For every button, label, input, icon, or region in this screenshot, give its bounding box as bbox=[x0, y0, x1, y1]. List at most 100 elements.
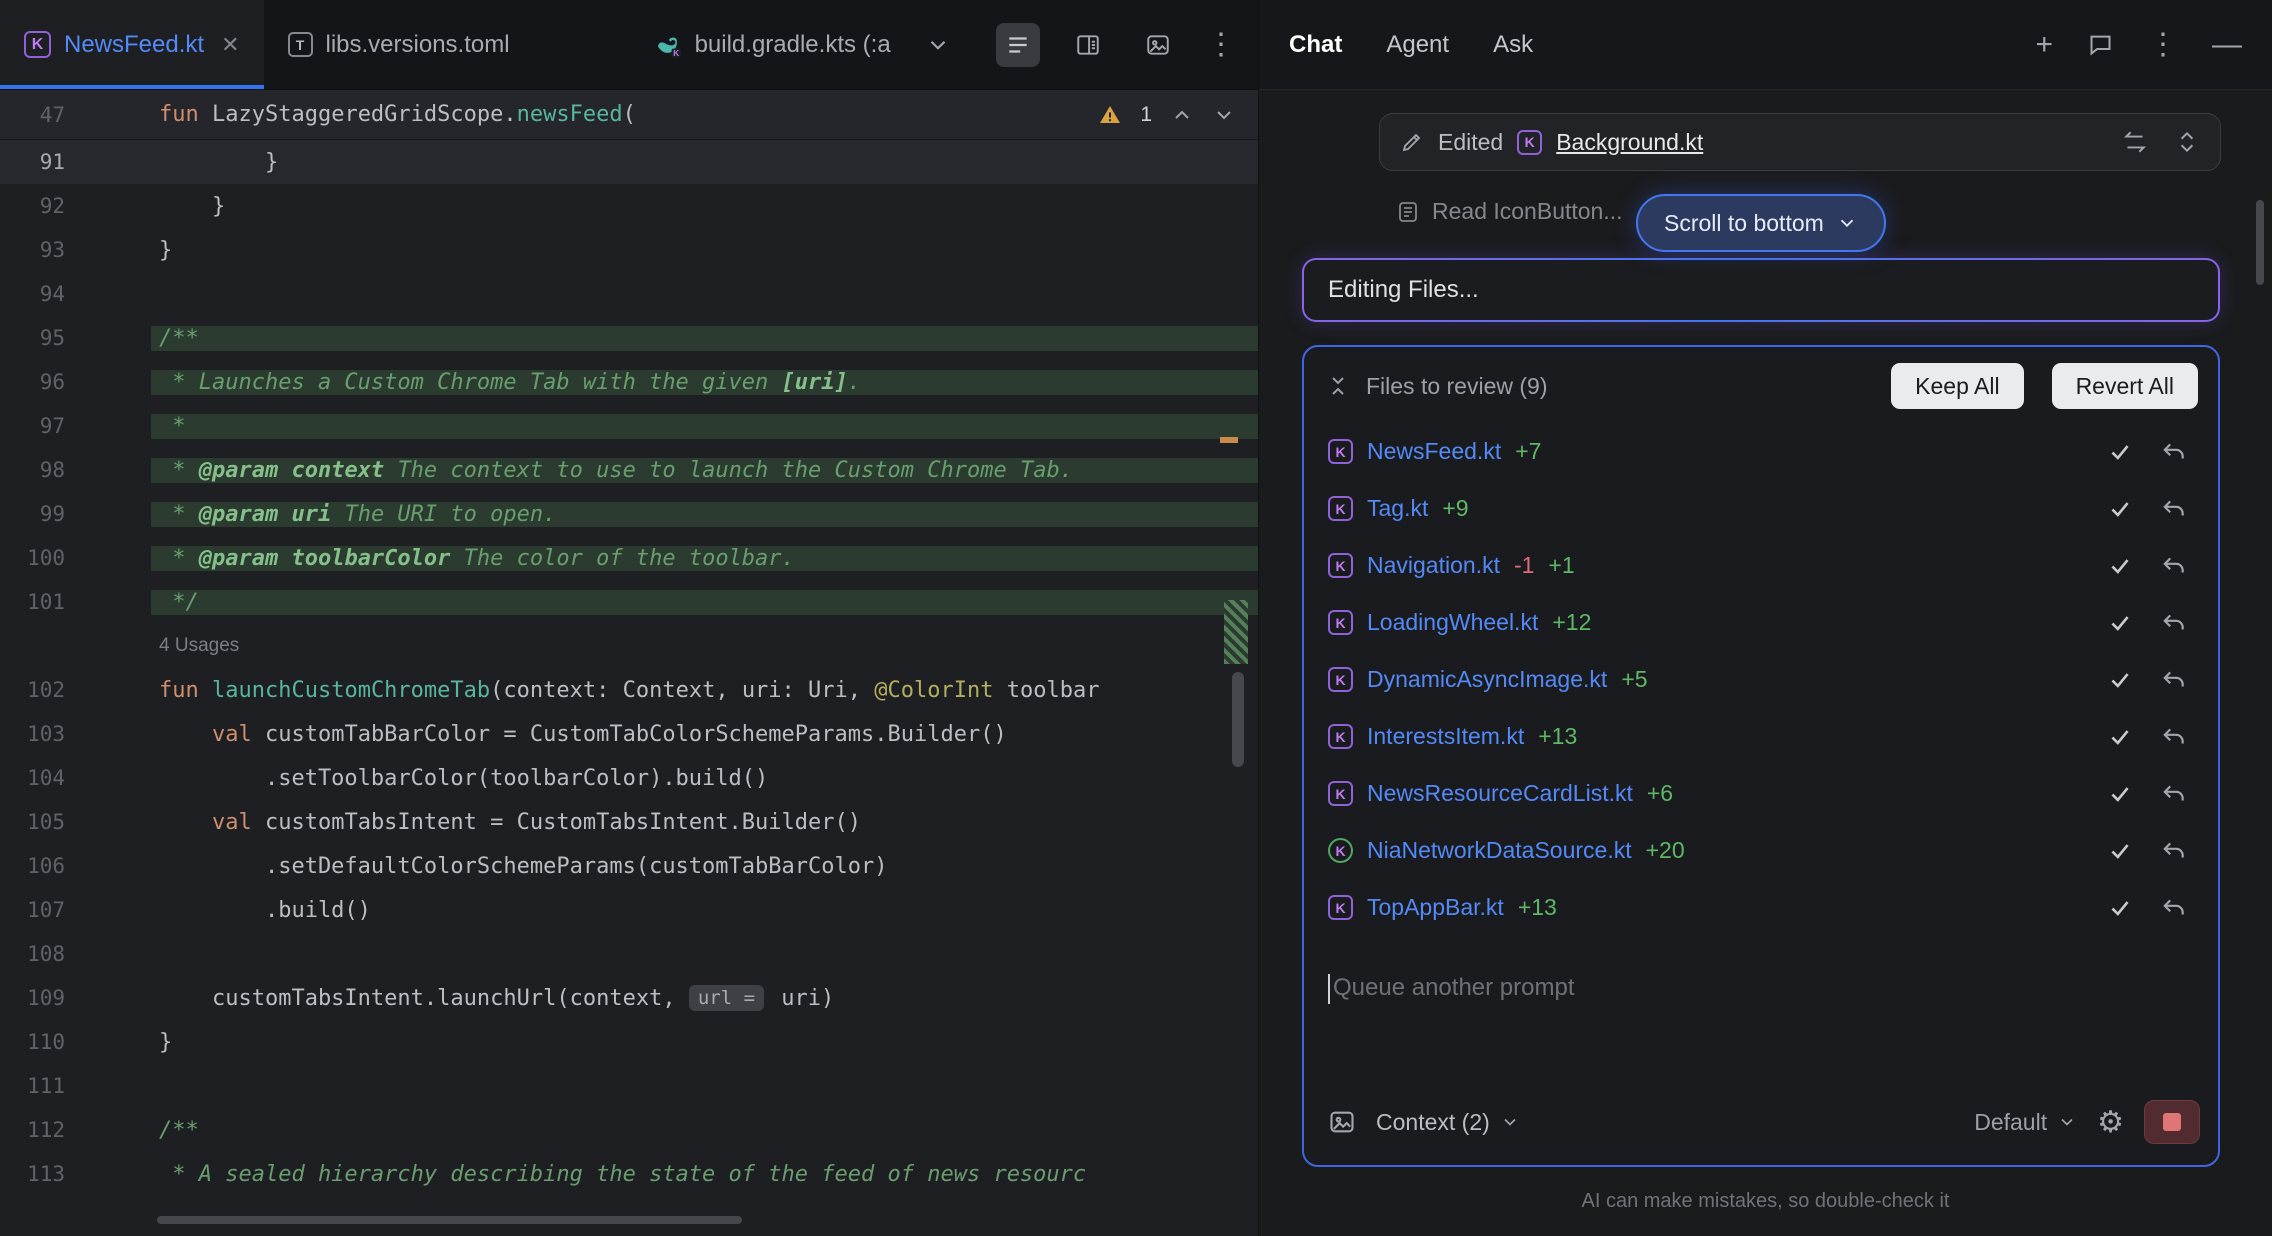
line-number[interactable]: 94 bbox=[0, 282, 65, 306]
file-link[interactable]: DynamicAsyncImage.kt bbox=[1367, 666, 1607, 693]
line-number[interactable]: 105 bbox=[0, 810, 65, 834]
line-number[interactable]: 111 bbox=[0, 1074, 65, 1098]
keep-all-button[interactable]: Keep All bbox=[1891, 363, 2023, 409]
code-line[interactable]: 113 * A sealed hierarchy describing the … bbox=[0, 1152, 1258, 1196]
next-problem-chevron-icon[interactable] bbox=[1212, 103, 1236, 127]
file-link[interactable]: LoadingWheel.kt bbox=[1367, 609, 1538, 636]
file-link[interactable]: InterestsItem.kt bbox=[1367, 723, 1524, 750]
code-text[interactable]: * bbox=[151, 414, 1258, 439]
tab-libs-versions-toml[interactable]: T libs.versions.toml bbox=[264, 0, 534, 89]
model-selector[interactable]: Default bbox=[1974, 1109, 2047, 1136]
chevron-down-icon[interactable] bbox=[2057, 1112, 2077, 1132]
code-line[interactable]: 102fun launchCustomChromeTab(context: Co… bbox=[0, 668, 1258, 712]
revert-undo-icon[interactable] bbox=[2154, 610, 2194, 636]
revert-all-button[interactable]: Revert All bbox=[2052, 363, 2198, 409]
chevron-down-icon[interactable] bbox=[1500, 1112, 1520, 1132]
line-number[interactable]: 109 bbox=[0, 986, 65, 1010]
diff-icon[interactable] bbox=[2122, 129, 2148, 155]
tab-agent[interactable]: Agent bbox=[1386, 31, 1449, 59]
minimize-icon[interactable]: — bbox=[2212, 30, 2242, 60]
editor-horizontal-scrollbar[interactable] bbox=[157, 1216, 742, 1224]
code-line[interactable]: 4 Usages bbox=[0, 624, 1258, 668]
code-line[interactable]: 99 * @param uri The URI to open. bbox=[0, 492, 1258, 536]
chat-scrollbar[interactable] bbox=[2256, 200, 2264, 285]
line-number[interactable]: 47 bbox=[0, 103, 65, 127]
file-link[interactable]: TopAppBar.kt bbox=[1367, 894, 1504, 921]
code-line[interactable]: 98 * @param context The context to use t… bbox=[0, 448, 1258, 492]
list-view-icon[interactable] bbox=[996, 23, 1040, 67]
line-number[interactable]: 107 bbox=[0, 898, 65, 922]
line-number[interactable]: 95 bbox=[0, 326, 65, 350]
code-text[interactable]: val customTabBarColor = CustomTabColorSc… bbox=[151, 722, 1258, 747]
line-number[interactable]: 108 bbox=[0, 942, 65, 966]
file-link[interactable]: NiaNetworkDataSource.kt bbox=[1367, 837, 1632, 864]
editor-vertical-scrollbar[interactable] bbox=[1232, 672, 1244, 767]
code-text[interactable]: } bbox=[151, 1030, 1258, 1055]
code-text[interactable]: .setDefaultColorSchemeParams(customTabBa… bbox=[151, 854, 1258, 879]
revert-undo-icon[interactable] bbox=[2154, 439, 2194, 465]
collapse-icon[interactable] bbox=[1326, 374, 1350, 398]
revert-undo-icon[interactable] bbox=[2154, 496, 2194, 522]
code-line[interactable]: 106 .setDefaultColorSchemeParams(customT… bbox=[0, 844, 1258, 888]
tab-newsfeed-kt[interactable]: K NewsFeed.kt ✕ bbox=[0, 0, 264, 89]
revert-undo-icon[interactable] bbox=[2154, 667, 2194, 693]
more-options-icon[interactable]: ⋮ bbox=[2148, 30, 2178, 60]
line-number[interactable]: 99 bbox=[0, 502, 65, 526]
line-number[interactable]: 100 bbox=[0, 546, 65, 570]
file-link[interactable]: Tag.kt bbox=[1367, 495, 1428, 522]
code-text[interactable]: * Launches a Custom Chrome Tab with the … bbox=[151, 370, 1258, 395]
line-number[interactable]: 93 bbox=[0, 238, 65, 262]
code-text[interactable]: .setToolbarColor(toolbarColor).build() bbox=[151, 766, 1258, 791]
code-text[interactable]: * @param toolbarColor The color of the t… bbox=[151, 546, 1258, 571]
revert-undo-icon[interactable] bbox=[2154, 895, 2194, 921]
code-line[interactable]: 105 val customTabsIntent = CustomTabsInt… bbox=[0, 800, 1258, 844]
accept-check-icon[interactable] bbox=[2100, 895, 2140, 921]
preview-image-icon[interactable] bbox=[1136, 23, 1180, 67]
code-line[interactable]: 109 customTabsIntent.launchUrl(context, … bbox=[0, 976, 1258, 1020]
code-text[interactable]: } bbox=[151, 194, 1258, 219]
tab-build-gradle-kts[interactable]: K build.gradle.kts (:a bbox=[630, 0, 915, 89]
code-text[interactable]: } bbox=[151, 238, 1258, 263]
chat-history-icon[interactable] bbox=[2087, 31, 2114, 58]
code-text[interactable]: /** bbox=[151, 1118, 1258, 1143]
new-chat-icon[interactable]: + bbox=[2035, 30, 2053, 60]
code-line[interactable]: 91 } bbox=[0, 140, 1258, 184]
tab-chat[interactable]: Chat bbox=[1289, 31, 1342, 59]
revert-undo-icon[interactable] bbox=[2154, 724, 2194, 750]
file-link[interactable]: NewsResourceCardList.kt bbox=[1367, 780, 1633, 807]
stop-button[interactable] bbox=[2144, 1100, 2200, 1144]
code-line[interactable]: 112/** bbox=[0, 1108, 1258, 1152]
edited-file-link[interactable]: Background.kt bbox=[1556, 129, 1703, 156]
context-selector[interactable]: Context (2) bbox=[1376, 1109, 1490, 1136]
code-line[interactable]: 101 */ bbox=[0, 580, 1258, 624]
file-link[interactable]: NewsFeed.kt bbox=[1367, 438, 1501, 465]
code-text[interactable]: } bbox=[151, 150, 1258, 175]
code-line[interactable]: 103 val customTabBarColor = CustomTabCol… bbox=[0, 712, 1258, 756]
line-number[interactable]: 96 bbox=[0, 370, 65, 394]
prompt-input[interactable]: Queue another prompt bbox=[1304, 938, 2218, 1089]
line-number[interactable]: 92 bbox=[0, 194, 65, 218]
line-number[interactable]: 104 bbox=[0, 766, 65, 790]
warning-icon[interactable] bbox=[1098, 103, 1122, 127]
line-number[interactable]: 110 bbox=[0, 1030, 65, 1054]
code-line[interactable]: 107 .build() bbox=[0, 888, 1258, 932]
revert-undo-icon[interactable] bbox=[2154, 553, 2194, 579]
accept-check-icon[interactable] bbox=[2100, 496, 2140, 522]
code-line[interactable]: 96 * Launches a Custom Chrome Tab with t… bbox=[0, 360, 1258, 404]
code-text[interactable]: val customTabsIntent = CustomTabsIntent.… bbox=[151, 810, 1258, 835]
code-text[interactable]: /** bbox=[151, 326, 1258, 351]
file-link[interactable]: Navigation.kt bbox=[1367, 552, 1500, 579]
accept-check-icon[interactable] bbox=[2100, 724, 2140, 750]
code-line[interactable]: 97 * bbox=[0, 404, 1258, 448]
accept-check-icon[interactable] bbox=[2100, 553, 2140, 579]
line-number[interactable]: 103 bbox=[0, 722, 65, 746]
code-line[interactable]: 104 .setToolbarColor(toolbarColor).build… bbox=[0, 756, 1258, 800]
code-line[interactable]: 100 * @param toolbarColor The color of t… bbox=[0, 536, 1258, 580]
line-number[interactable]: 97 bbox=[0, 414, 65, 438]
revert-undo-icon[interactable] bbox=[2154, 838, 2194, 864]
changed-lines-stripe[interactable] bbox=[1224, 600, 1248, 664]
line-number[interactable]: 98 bbox=[0, 458, 65, 482]
line-number[interactable]: 101 bbox=[0, 590, 65, 614]
prev-problem-chevron-icon[interactable] bbox=[1170, 103, 1194, 127]
accept-check-icon[interactable] bbox=[2100, 610, 2140, 636]
